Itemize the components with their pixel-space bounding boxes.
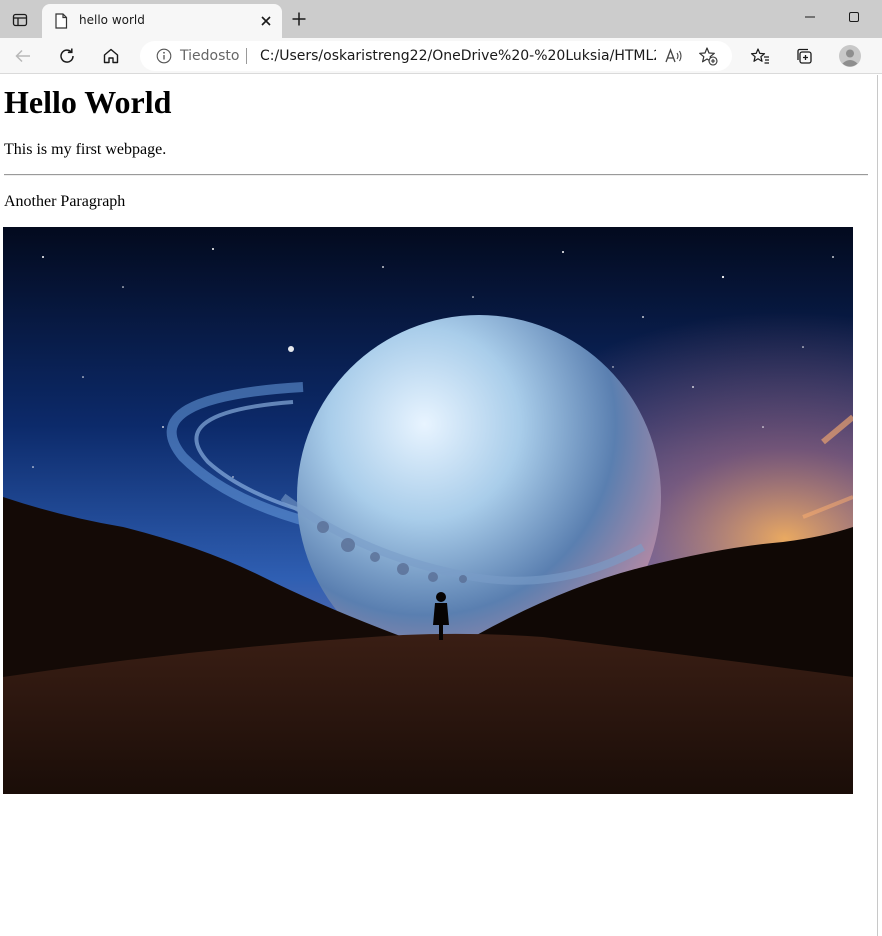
page-content: Hello World This is my first webpage. An… xyxy=(0,75,878,936)
profile-avatar-icon[interactable] xyxy=(837,43,863,69)
tab-active[interactable]: hello world xyxy=(42,4,282,38)
address-separator xyxy=(246,48,247,64)
close-icon[interactable] xyxy=(258,13,274,29)
paragraph-second: Another Paragraph xyxy=(4,193,126,210)
read-aloud-icon[interactable] xyxy=(663,46,685,66)
minimize-icon[interactable] xyxy=(798,6,822,28)
page-heading: Hello World xyxy=(4,84,172,120)
reload-icon[interactable] xyxy=(54,43,80,69)
back-arrow-icon[interactable] xyxy=(10,43,36,69)
plus-icon[interactable] xyxy=(287,7,311,31)
star-add-icon[interactable] xyxy=(697,46,719,66)
horizontal-rule xyxy=(4,174,868,176)
info-icon[interactable] xyxy=(156,48,172,64)
page-right-border xyxy=(877,75,878,936)
planet-landscape-image xyxy=(3,227,853,794)
collections-icon[interactable] xyxy=(791,43,817,69)
tab-strip: hello world xyxy=(0,0,882,38)
maximize-icon[interactable] xyxy=(842,6,866,28)
site-info-label[interactable]: Tiedosto xyxy=(180,48,239,64)
file-icon xyxy=(54,13,68,29)
favorites-icon[interactable] xyxy=(747,43,773,69)
address-bar[interactable]: Tiedosto C:/Users/oskaristreng22/OneDriv… xyxy=(140,41,732,71)
url-text[interactable]: C:/Users/oskaristreng22/OneDrive%20-%20L… xyxy=(260,48,656,64)
paragraph-first: This is my first webpage. xyxy=(4,141,167,158)
tab-title: hello world xyxy=(79,13,145,27)
tab-actions-icon[interactable] xyxy=(8,8,32,32)
browser-toolbar: Tiedosto C:/Users/oskaristreng22/OneDriv… xyxy=(0,38,882,74)
home-icon[interactable] xyxy=(98,43,124,69)
